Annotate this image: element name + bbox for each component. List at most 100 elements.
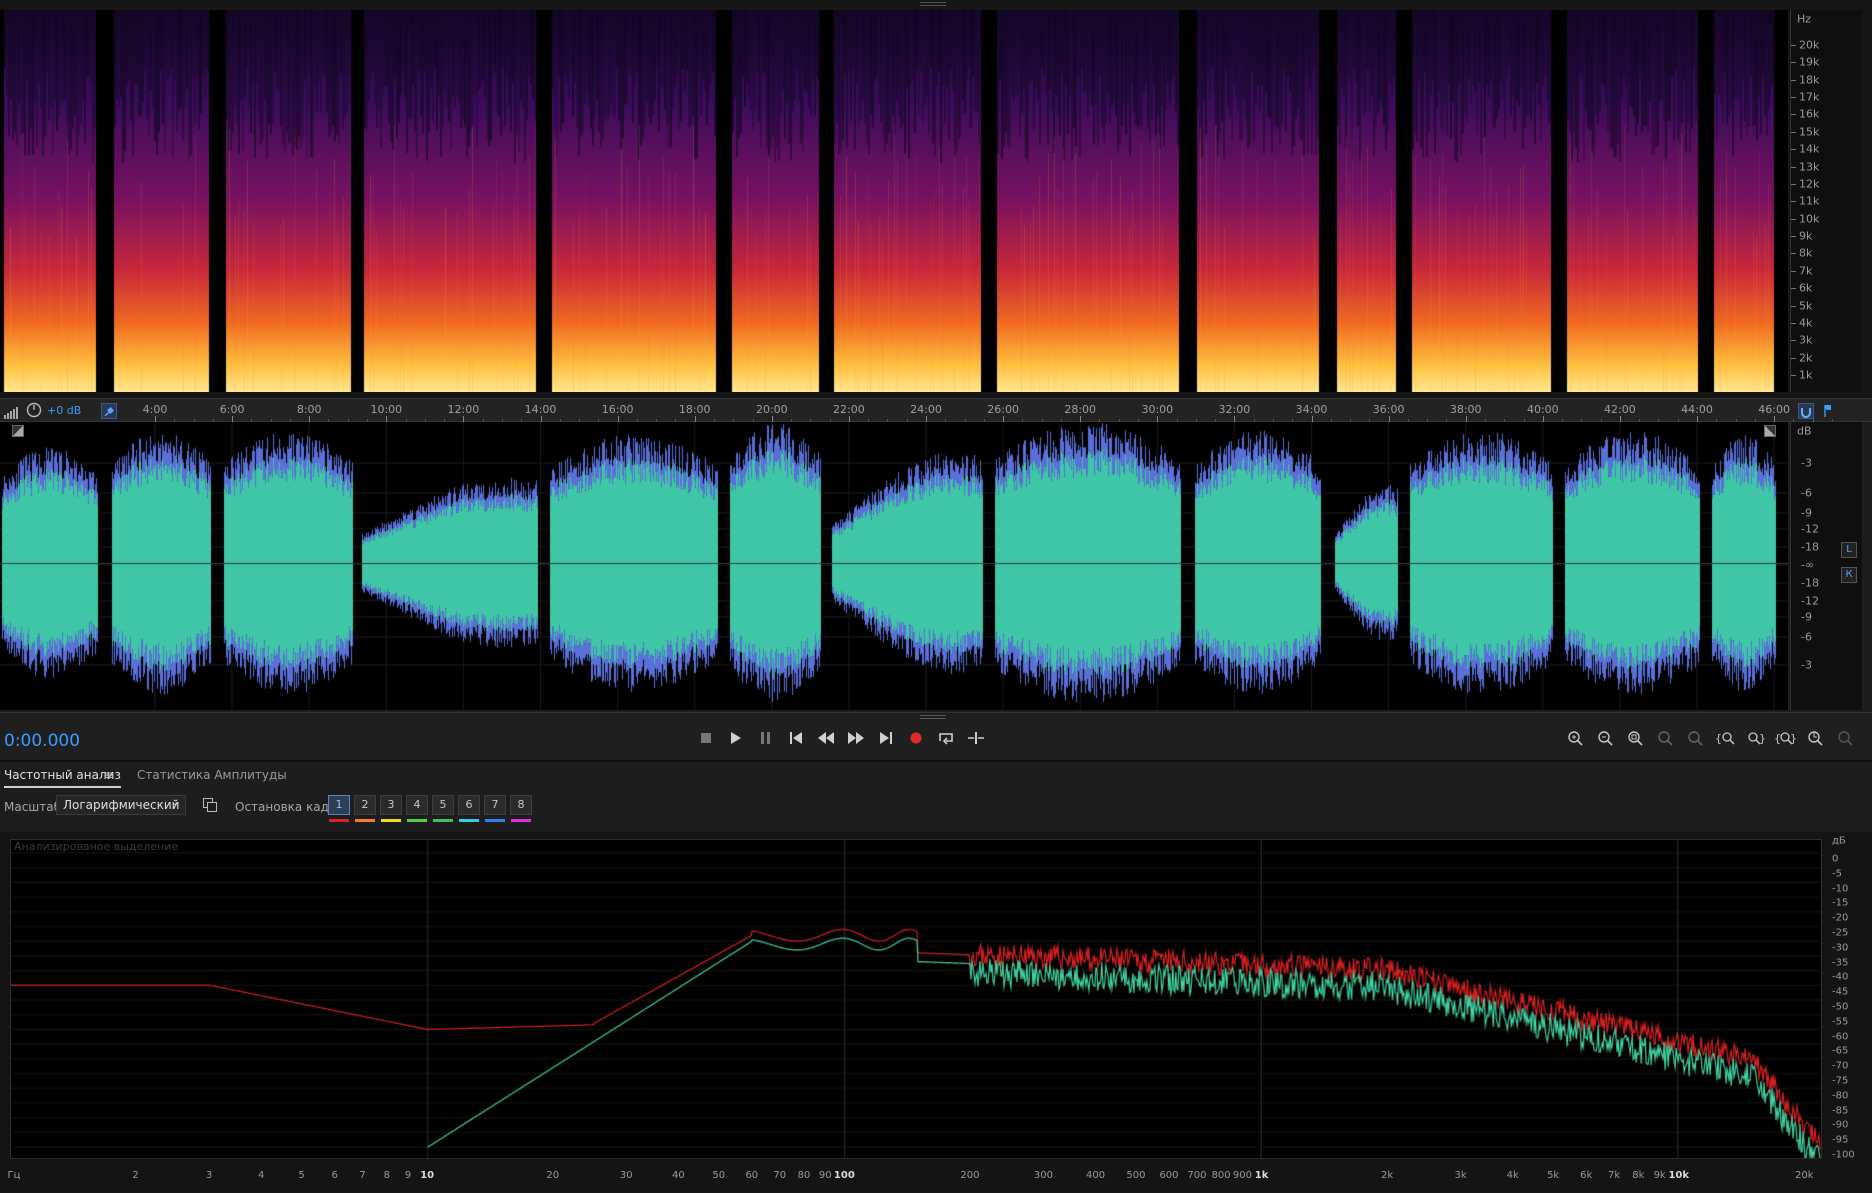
transport-bar: 0:00.000 { } {} [0,712,1872,758]
play-icon[interactable] [725,727,747,749]
freeze-frame-button-5[interactable]: 5 [432,795,454,815]
freeze-frame-button-2[interactable]: 2 [354,795,376,815]
waveform-display[interactable] [0,422,1788,710]
freq-tick [1791,79,1796,81]
channel-left-button[interactable]: L [1841,542,1857,558]
freeze-frame-button-8[interactable]: 8 [510,795,532,815]
freq-label: 16k [1799,107,1820,121]
time-label: 16:00 [601,403,634,416]
freq-tick [1791,201,1796,203]
scale-dropdown[interactable]: Логарифмический ⌄ [56,795,186,815]
time-label: 10:00 [370,403,403,416]
hz-unit-label: Hz [1797,12,1812,26]
zoom-disabled-icon[interactable] [1834,727,1856,749]
tab-amplitude-statistics[interactable]: Статистика Амплитуды [137,768,287,782]
frequency-plot[interactable] [10,839,1822,1159]
fade-in-handle[interactable] [12,425,24,437]
time-label: 28:00 [1064,403,1097,416]
analyzer-db-label: -75 [1832,1075,1849,1087]
freq-tick [1791,305,1796,307]
level-meter-icon[interactable] [4,404,18,419]
amplitude-ruler: dB -3 -6 -9 -12 -18 -∞ -18 -12 -9 -6 -3 L К [1790,422,1862,710]
marker-icon[interactable] [1820,403,1836,419]
db-label: -9 [1801,610,1812,624]
time-label: 24:00 [910,403,942,416]
channel-right-button[interactable]: К [1841,567,1857,583]
analyzer-hz-label: 3 [205,1170,213,1181]
stop-icon[interactable] [695,727,717,749]
frequency-ruler: Hz 20k 19k 18k 17k 16k 15k 14k 13k 12k 11k 10k 9k 8k… [1790,10,1862,392]
zoom-out-amplitude-icon[interactable] [1594,727,1616,749]
gain-knob-icon[interactable] [26,402,42,418]
analyzer-db-label: -100 [1832,1149,1855,1161]
snap-magnet-icon[interactable] [1798,403,1814,419]
analyzer-hz-label: 1k [1254,1170,1269,1181]
freeze-frame-button-4[interactable]: 4 [406,795,428,815]
db-unit-label: dB [1797,424,1812,438]
resize-handle-lower[interactable] [920,715,946,719]
freeze-frame-button-7[interactable]: 7 [484,795,506,815]
freeze-frame-button-3[interactable]: 3 [380,795,402,815]
analyzer-hz-label: 200 [960,1170,980,1181]
analyzer-db-label: -70 [1832,1060,1849,1072]
analyzer-db-label: -60 [1832,1031,1849,1043]
pause-icon[interactable] [755,727,777,749]
gain-value[interactable]: +0 dB [47,404,81,417]
time-label: 14:00 [524,403,557,416]
freq-label: 17k [1799,90,1820,104]
freeze-frame-color [433,819,453,822]
zoom-center-icon[interactable] [1684,727,1706,749]
zoom-selection-icon[interactable] [1654,727,1676,749]
analyzer-db-label: -45 [1832,986,1849,998]
analyzer-db-label: -15 [1832,897,1849,909]
timecode-display[interactable]: 0:00.000 [4,731,80,751]
db-label: -6 [1801,630,1812,644]
freq-label: 14k [1799,142,1820,156]
analyzer-hz-label: 900 [1232,1170,1252,1181]
freeze-frame-button-1[interactable]: 1 [328,795,350,815]
rewind-icon[interactable] [815,727,837,749]
zoom-in-left-icon[interactable]: { [1714,727,1736,749]
panel-menu-icon[interactable]: ≡ [104,768,114,782]
freeze-frame-button-6[interactable]: 6 [458,795,480,815]
analyzer-db-label: -85 [1832,1105,1849,1117]
spectrogram-panel: Hz 20k 19k 18k 17k 16k 15k 14k 13k 12k 11k 10k 9k 8k… [0,0,1872,400]
freq-label: 13k [1799,160,1820,174]
analyzer-db-label: -65 [1832,1045,1849,1057]
copy-icon[interactable] [203,797,219,813]
zoom-reset-icon[interactable] [1804,727,1826,749]
time-label: 6:00 [219,403,245,416]
analyzer-hz-label: 20k [1795,1170,1814,1181]
analyzer-hz-label: 90 [818,1170,832,1181]
zoom-out-full-icon[interactable]: {} [1774,727,1796,749]
freq-label: 4k [1799,316,1813,330]
pin-icon[interactable] [101,403,117,419]
fade-out-handle[interactable] [1764,425,1776,437]
record-icon[interactable] [905,727,927,749]
zoom-in-right-icon[interactable]: } [1744,727,1766,749]
analyzer-hz-label: 7 [359,1170,366,1181]
skip-end-icon[interactable] [875,727,897,749]
frequency-analysis-panel [0,832,1872,1193]
time-label: 30:00 [1141,403,1174,416]
skip-selection-icon[interactable] [965,727,987,749]
resize-handle[interactable] [920,2,946,6]
time-ruler[interactable]: +0 dB 4:00 6:00 8:00 10:00 12:00 14:00 16:00 18… [0,398,1872,422]
freeze-frame-color [355,819,375,822]
skip-start-icon[interactable] [785,727,807,749]
freq-label: 18k [1799,73,1820,87]
analyzer-hz-label: 40 [671,1170,685,1181]
freeze-frame-color [329,819,349,822]
freq-label: 5k [1799,299,1813,313]
loop-icon[interactable] [935,727,957,749]
zoom-full-icon[interactable] [1624,727,1646,749]
spectrogram-display[interactable] [0,10,1788,392]
analyzer-hz-label: 100 [833,1170,855,1181]
fast-forward-icon[interactable] [845,727,867,749]
time-label: 36:00 [1372,403,1405,416]
svg-text:}: } [1759,732,1765,745]
zoom-in-amplitude-icon[interactable] [1564,727,1586,749]
db-label: -18 [1801,576,1819,590]
analyzer-db-label: -25 [1832,927,1849,939]
freq-label: 11k [1799,194,1820,208]
